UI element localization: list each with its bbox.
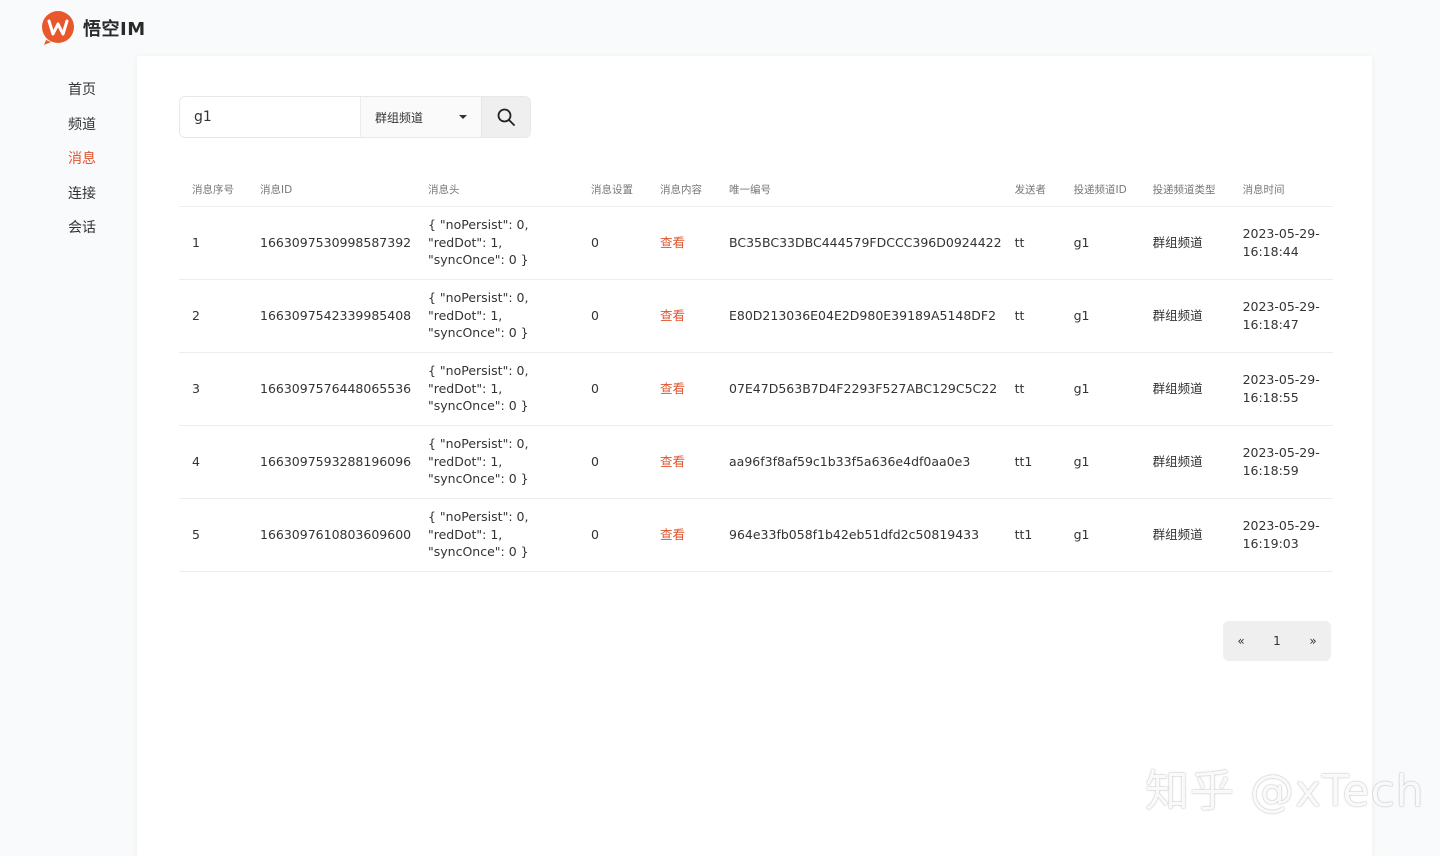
cell-message-id: 1663097576448065536 xyxy=(247,352,415,426)
column-header-message-header: 消息头 xyxy=(415,174,578,207)
cell-message-id: 1663097530998587392 xyxy=(247,206,415,280)
view-content-link[interactable]: 查看 xyxy=(660,235,685,250)
cell-message-setting: 0 xyxy=(578,425,647,499)
cell-client-msg-no: BC35BC33DBC444579FDCCC396D0924422 xyxy=(716,206,1002,280)
cell-channel-type: 群组频道 xyxy=(1139,352,1230,426)
table-row: 5 1663097610803609600 { "noPersist": 0, … xyxy=(179,498,1333,572)
cell-sender: tt xyxy=(1001,206,1061,280)
view-content-link[interactable]: 查看 xyxy=(660,454,685,469)
wukong-logo-icon xyxy=(40,10,76,46)
column-header-message-setting: 消息设置 xyxy=(578,174,647,207)
cell-channel-type: 群组频道 xyxy=(1139,206,1230,280)
cell-client-msg-no: 964e33fb058f1b42eb51dfd2c50819433 xyxy=(716,498,1002,572)
cell-seq: 5 xyxy=(179,498,247,572)
search-icon xyxy=(497,108,515,126)
cell-sender: tt xyxy=(1001,279,1061,353)
sidebar-item-conversations[interactable]: 会话 xyxy=(68,216,128,251)
cell-message-header: { "noPersist": 0, "redDot": 1, "syncOnce… xyxy=(415,425,578,499)
cell-client-msg-no: E80D213036E04E2D980E39189A5148DF2 xyxy=(716,279,1002,353)
sidebar-item-home[interactable]: 首页 xyxy=(68,78,128,113)
column-header-channel-type: 投递频道类型 xyxy=(1139,174,1230,207)
cell-message-header: { "noPersist": 0, "redDot": 1, "syncOnce… xyxy=(415,206,578,280)
column-header-client-msg-no: 唯一编号 xyxy=(716,174,1002,207)
cell-sender: tt xyxy=(1001,352,1061,426)
next-page-button[interactable]: » xyxy=(1295,634,1331,648)
pagination: « 1 » xyxy=(1223,621,1331,661)
cell-message-id: 1663097610803609600 xyxy=(247,498,415,572)
cell-message-id: 1663097542339985408 xyxy=(247,279,415,353)
cell-client-msg-no: aa96f3f8af59c1b33f5a636e4df0aa0e3 xyxy=(716,425,1002,499)
cell-message-header: { "noPersist": 0, "redDot": 1, "syncOnce… xyxy=(415,498,578,572)
search-button[interactable] xyxy=(480,97,530,137)
caret-down-icon xyxy=(458,115,467,119)
column-header-message-id: 消息ID xyxy=(247,174,415,207)
table-row: 3 1663097576448065536 { "noPersist": 0, … xyxy=(179,352,1333,426)
column-header-seq: 消息序号 xyxy=(179,174,247,207)
app-logo: 悟空IM xyxy=(40,10,146,46)
cell-channel-type: 群组频道 xyxy=(1139,279,1230,353)
cell-channel-id: g1 xyxy=(1060,498,1140,572)
sidebar-item-connections[interactable]: 连接 xyxy=(68,182,128,217)
messages-table: 消息序号 消息ID 消息头 消息设置 消息内容 唯一编号 发送者 投递频道ID … xyxy=(179,174,1333,572)
cell-channel-id: g1 xyxy=(1060,279,1140,353)
table-header-row: 消息序号 消息ID 消息头 消息设置 消息内容 唯一编号 发送者 投递频道ID … xyxy=(179,174,1333,207)
cell-message-setting: 0 xyxy=(578,498,647,572)
channel-type-select[interactable]: 群组频道 xyxy=(360,97,481,137)
sidebar-item-channels[interactable]: 频道 xyxy=(68,113,128,148)
main-content-card: 群组频道 消息序号 消息ID 消息头 消息设置 消息内容 唯一编号 发送者 投递… xyxy=(137,56,1372,856)
search-bar: 群组频道 xyxy=(179,96,531,138)
column-header-sender: 发送者 xyxy=(1001,174,1061,207)
prev-page-button[interactable]: « xyxy=(1223,634,1259,648)
page-number-button[interactable]: 1 xyxy=(1259,634,1295,648)
view-content-link[interactable]: 查看 xyxy=(660,527,685,542)
cell-seq: 3 xyxy=(179,352,247,426)
sidebar-item-messages[interactable]: 消息 xyxy=(68,147,128,182)
app-name: 悟空IM xyxy=(83,19,146,40)
table-row: 2 1663097542339985408 { "noPersist": 0, … xyxy=(179,279,1333,353)
cell-message-id: 1663097593288196096 xyxy=(247,425,415,499)
cell-channel-id: g1 xyxy=(1060,425,1140,499)
table-row: 1 1663097530998587392 { "noPersist": 0, … xyxy=(179,206,1333,280)
cell-message-setting: 0 xyxy=(578,352,647,426)
view-content-link[interactable]: 查看 xyxy=(660,381,685,396)
cell-client-msg-no: 07E47D563B7D4F2293F527ABC129C5C22 xyxy=(716,352,1002,426)
cell-message-header: { "noPersist": 0, "redDot": 1, "syncOnce… xyxy=(415,279,578,353)
cell-seq: 4 xyxy=(179,425,247,499)
cell-message-header: { "noPersist": 0, "redDot": 1, "syncOnce… xyxy=(415,352,578,426)
cell-channel-type: 群组频道 xyxy=(1139,498,1230,572)
cell-sender: tt1 xyxy=(1001,425,1061,499)
sidebar-nav: 首页 频道 消息 连接 会话 xyxy=(68,78,128,251)
cell-message-time: 2023-05-29- 16:18:44 xyxy=(1229,206,1333,280)
column-header-channel-id: 投递频道ID xyxy=(1060,174,1140,207)
column-header-message-time: 消息时间 xyxy=(1229,174,1333,207)
cell-message-time: 2023-05-29- 16:18:59 xyxy=(1229,425,1333,499)
cell-message-time: 2023-05-29- 16:19:03 xyxy=(1229,498,1333,572)
table-row: 4 1663097593288196096 { "noPersist": 0, … xyxy=(179,425,1333,499)
cell-channel-type: 群组频道 xyxy=(1139,425,1230,499)
cell-sender: tt1 xyxy=(1001,498,1061,572)
cell-channel-id: g1 xyxy=(1060,206,1140,280)
watermark-text: 知乎 @xTech xyxy=(1145,766,1425,817)
cell-message-time: 2023-05-29- 16:18:47 xyxy=(1229,279,1333,353)
channel-id-input[interactable] xyxy=(180,97,360,137)
cell-seq: 1 xyxy=(179,206,247,280)
channel-type-selected-label: 群组频道 xyxy=(375,110,424,125)
column-header-message-content: 消息内容 xyxy=(647,174,716,207)
cell-message-setting: 0 xyxy=(578,279,647,353)
cell-channel-id: g1 xyxy=(1060,352,1140,426)
cell-message-setting: 0 xyxy=(578,206,647,280)
cell-seq: 2 xyxy=(179,279,247,353)
view-content-link[interactable]: 查看 xyxy=(660,308,685,323)
cell-message-time: 2023-05-29- 16:18:55 xyxy=(1229,352,1333,426)
